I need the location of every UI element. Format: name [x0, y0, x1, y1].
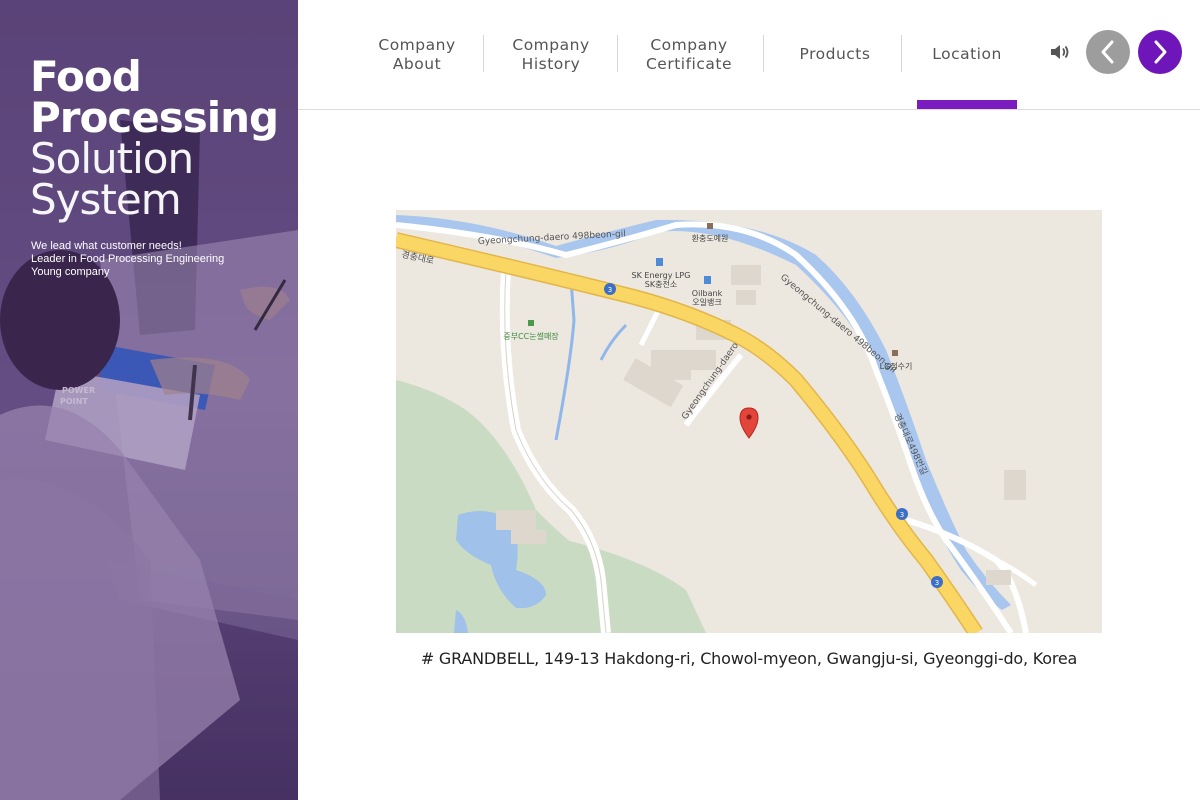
top-nav-bar: Company About Company History Company Certi… — [298, 0, 1200, 110]
hero-tagline: We lead what customer needs! Leader in F… — [31, 240, 224, 279]
chevron-right-icon — [1154, 40, 1167, 64]
nav-active-indicator — [917, 100, 1017, 109]
nav-company-history[interactable]: Company History — [504, 0, 598, 109]
nav-label: History — [521, 54, 581, 73]
nav-label: About — [392, 54, 442, 73]
hero-title-line: Solution — [30, 134, 194, 184]
nav-company-certificate[interactable]: Company Certificate — [637, 0, 741, 109]
hero-title-line: System — [30, 175, 182, 225]
nav-products[interactable]: Products — [784, 0, 886, 109]
nav-divider — [617, 35, 618, 72]
map-place-label: Oilbank — [692, 289, 723, 298]
hero-title-line: Processing — [30, 93, 279, 143]
chevron-left-icon — [1101, 40, 1114, 64]
location-map[interactable]: 3 3 3 Gyeongchung-daero 498beon-gil Gyeo… — [396, 210, 1102, 633]
hero-title-line: Food — [30, 52, 142, 101]
next-page-button[interactable] — [1138, 30, 1182, 74]
nav-divider — [483, 35, 484, 72]
route-badge: 3 — [608, 286, 612, 294]
nav-company-about[interactable]: Company About — [372, 0, 462, 109]
nav-divider — [763, 35, 764, 72]
nav-label: Certificate — [645, 54, 732, 73]
tagline-line: Leader in Food Processing Engineering — [31, 253, 225, 265]
map-place-label: SK Energy LPG — [632, 271, 691, 280]
nav-label: Company — [650, 35, 728, 54]
map-place-label: LG정수기 — [880, 361, 913, 371]
nav-divider — [901, 35, 902, 72]
nav-label: Company — [378, 35, 456, 54]
tagline-line: We lead what customer needs! — [31, 240, 182, 252]
company-address: # GRANDBELL, 149-13 Hakdong-ri, Chowol-m… — [420, 649, 1078, 668]
map-place-label: 중부CC눈썰매장 — [503, 331, 559, 341]
map-place-label: 오일뱅크 — [692, 297, 721, 307]
route-badge: 3 — [900, 511, 904, 519]
route-badge: 3 — [935, 579, 939, 587]
nav-location[interactable]: Location — [917, 0, 1017, 109]
hero-panel: POWER POINT Food Processing Solution Sys… — [0, 0, 298, 800]
prev-page-button[interactable] — [1086, 30, 1130, 74]
speaker-icon[interactable] — [1048, 40, 1072, 64]
tagline-line: Young company — [31, 266, 110, 278]
nav-label: Company — [512, 35, 590, 54]
map-place-label: 환충도예원 — [692, 233, 729, 243]
map-canvas: 3 3 3 Gyeongchung-daero 498beon-gil Gyeo… — [396, 210, 1102, 633]
hero-title: Food Processing Solution System — [30, 52, 279, 225]
nav-label: Location — [932, 45, 1002, 63]
nav-label: Products — [799, 45, 871, 63]
map-place-label: SK충전소 — [645, 279, 677, 289]
